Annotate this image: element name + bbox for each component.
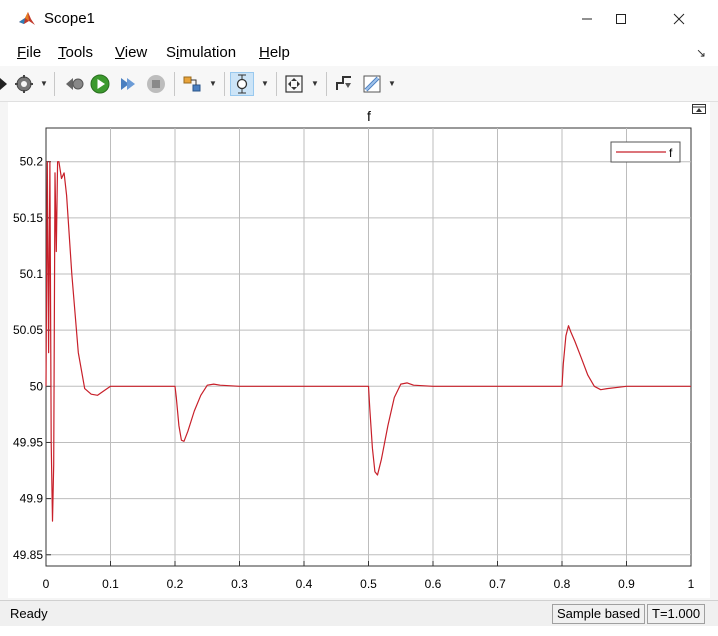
y-tick-label: 49.9 [20,492,44,506]
status-ready-text: Ready [10,606,48,621]
x-tick-label: 1 [688,577,695,591]
scope-window: Scope1 File Tools View Simulation Help ↘… [0,0,718,636]
frequency-chart[interactable]: f 49.85 49.9 49.95 50 50.05 50.1 50.15 50.2 0 0.… [0,0,718,600]
x-tick-label: 0.3 [231,577,248,591]
sample-mode-indicator: Sample based [552,604,646,624]
y-tick-label: 50.1 [20,267,44,281]
x-tick-label: 0.5 [360,577,377,591]
time-indicator: T=1.000 [647,604,706,624]
y-tick-label: 49.95 [13,435,43,449]
y-tick-label: 49.85 [13,548,43,562]
x-tick-label: 0.8 [554,577,571,591]
background-strip [0,626,718,636]
x-tick-label: 0.9 [618,577,635,591]
x-tick-label: 0.6 [425,577,442,591]
y-axis-ticks: 49.85 49.9 49.95 50 50.05 50.1 50.15 50.2 [13,155,51,562]
y-tick-label: 50.2 [20,155,44,169]
x-tick-label: 0.1 [102,577,119,591]
chart-title: f [367,108,371,124]
legend[interactable]: f [610,141,681,163]
status-bar: Ready Sample based T=1.000 [0,600,718,626]
x-tick-label: 0.7 [489,577,506,591]
x-tick-label: 0.4 [296,577,313,591]
x-tick-label: 0.2 [167,577,184,591]
y-tick-label: 50.15 [13,211,43,225]
y-tick-label: 50 [30,379,44,393]
x-tick-label: 0 [43,577,50,591]
y-tick-label: 50.05 [13,323,43,337]
